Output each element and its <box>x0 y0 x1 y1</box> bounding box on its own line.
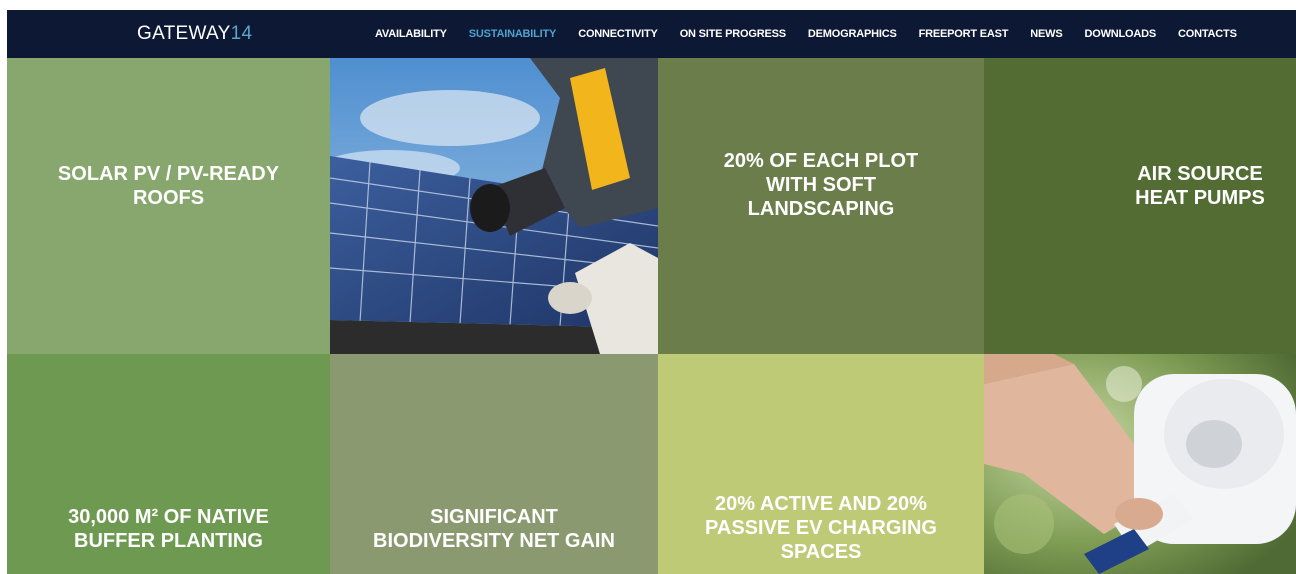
tile-ev-charging-text: 20% ACTIVE AND 20% PASSIVE EV CHARGING S… <box>691 492 951 564</box>
tile-heat-pumps-text: AIR SOURCE HEAT PUMPS <box>990 162 1290 210</box>
tile-biodiversity-text: SIGNIFICANT BIODIVERSITY NET GAIN <box>364 505 624 553</box>
page-frame: GATEWAY14 AVAILABILITY SUSTAINABILITY CO… <box>7 10 1296 574</box>
tile-line: 20% OF EACH PLOT <box>723 150 919 172</box>
tile-solar-pv: SOLAR PV / PV-READY ROOFS <box>7 58 330 354</box>
site-logo[interactable]: GATEWAY14 <box>137 23 252 45</box>
tile-line: SIGNIFICANT <box>430 506 558 528</box>
sustainability-feature-grid: SOLAR PV / PV-READY ROOFS 20% OF EACH PL… <box>7 58 1296 574</box>
nav-link-availability[interactable]: AVAILABILITY <box>375 28 447 40</box>
ev-charger-image <box>984 354 1296 574</box>
ev-charger-photo <box>984 354 1296 574</box>
nav-link-news[interactable]: NEWS <box>1030 28 1062 40</box>
nav-link-contacts[interactable]: CONTACTS <box>1178 28 1237 40</box>
tile-soft-landscaping-text: 20% OF EACH PLOT WITH SOFT LANDSCAPING <box>696 149 946 221</box>
nav-link-on-site-progress[interactable]: ON SITE PROGRESS <box>680 28 786 40</box>
tile-line: 30,000 M² OF NATIVE <box>68 506 269 528</box>
tile-solar-pv-text: SOLAR PV / PV-READY ROOFS <box>39 162 299 210</box>
tile-biodiversity: SIGNIFICANT BIODIVERSITY NET GAIN <box>330 354 658 574</box>
tile-soft-landscaping: 20% OF EACH PLOT WITH SOFT LANDSCAPING <box>658 58 984 354</box>
main-menu: AVAILABILITY SUSTAINABILITY CONNECTIVITY… <box>375 10 1259 58</box>
logo-number: 14 <box>230 23 253 44</box>
tile-line: 20% ACTIVE AND 20% <box>715 493 927 515</box>
tile-line: BIODIVERSITY NET GAIN <box>373 530 615 552</box>
tile-buffer-planting-text: 30,000 M² OF NATIVE BUFFER PLANTING <box>39 505 299 553</box>
tile-line: ROOFS <box>132 187 205 209</box>
tile-heat-pumps: AIR SOURCE HEAT PUMPS <box>984 58 1296 354</box>
tile-line: AIR SOURCE <box>1137 163 1263 185</box>
tile-line: SOLAR PV / PV-READY <box>57 163 280 185</box>
tile-line: PASSIVE EV CHARGING <box>705 517 937 539</box>
tile-line: LANDSCAPING <box>747 198 895 220</box>
nav-link-downloads[interactable]: DOWNLOADS <box>1084 28 1156 40</box>
tile-buffer-planting: 30,000 M² OF NATIVE BUFFER PLANTING <box>7 354 330 574</box>
tile-ev-charging: 20% ACTIVE AND 20% PASSIVE EV CHARGING S… <box>658 354 984 574</box>
logo-wordmark: GATEWAY <box>137 23 231 44</box>
tile-line: HEAT PUMPS <box>1135 187 1265 209</box>
solar-worker-image <box>330 58 658 354</box>
nav-link-demographics[interactable]: DEMOGRAPHICS <box>808 28 897 40</box>
nav-link-freeport-east[interactable]: FREEPORT EAST <box>919 28 1009 40</box>
tile-line: WITH SOFT <box>766 174 876 196</box>
top-navigation-bar: GATEWAY14 AVAILABILITY SUSTAINABILITY CO… <box>7 10 1296 58</box>
tile-line: BUFFER PLANTING <box>74 530 263 552</box>
nav-link-connectivity[interactable]: CONNECTIVITY <box>578 28 658 40</box>
nav-link-sustainability[interactable]: SUSTAINABILITY <box>469 28 557 40</box>
solar-panel-photo <box>330 58 658 354</box>
tile-line: SPACES <box>780 541 862 563</box>
